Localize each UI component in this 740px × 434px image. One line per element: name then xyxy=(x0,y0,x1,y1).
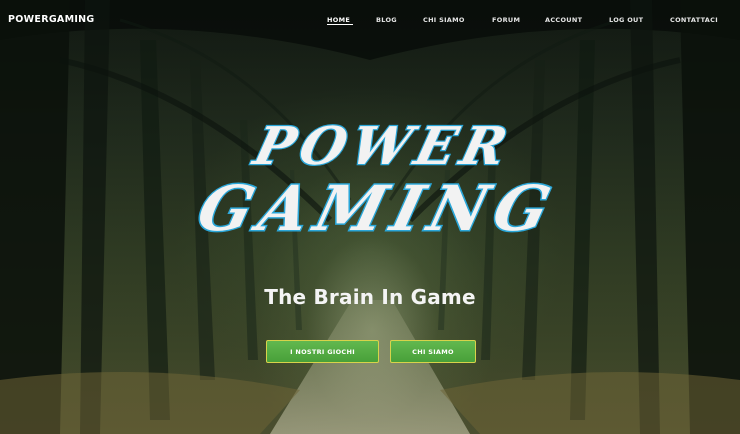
main-nav: HOME BLOG CHI SIAMO FORUM ACCOUNT LOG OU… xyxy=(0,16,740,30)
our-games-button[interactable]: I NOSTRI GIOCHI xyxy=(266,340,379,363)
hero-tagline: The Brain In Game xyxy=(264,285,476,309)
logo-line-2: GAMING xyxy=(191,172,565,242)
nav-contattaci[interactable]: CONTATTACI xyxy=(670,16,718,24)
nav-log-out[interactable]: LOG OUT xyxy=(609,16,643,24)
nav-home[interactable]: HOME xyxy=(327,16,350,24)
hero-section: POWERGAMING HOME BLOG CHI SIAMO FORUM AC… xyxy=(0,0,740,434)
nav-chi-siamo[interactable]: CHI SIAMO xyxy=(423,16,465,24)
nav-active-indicator xyxy=(327,24,353,25)
nav-forum[interactable]: FORUM xyxy=(492,16,520,24)
powergaming-logo: POWER GAMING xyxy=(189,114,566,242)
nav-blog[interactable]: BLOG xyxy=(376,16,397,24)
nav-account[interactable]: ACCOUNT xyxy=(545,16,582,24)
logo-line-1: POWER xyxy=(246,116,519,177)
about-us-button[interactable]: CHI SIAMO xyxy=(390,340,476,363)
